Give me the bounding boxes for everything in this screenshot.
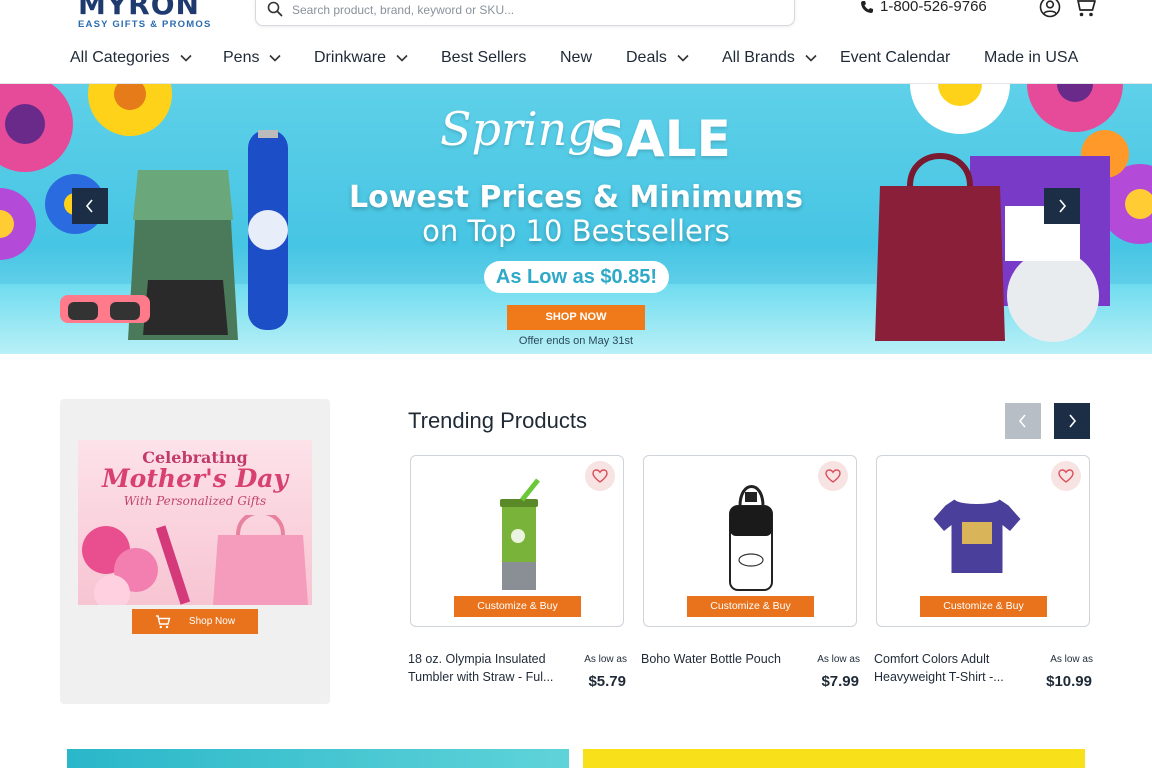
promo-shop-now-button[interactable]: Shop Now bbox=[132, 609, 258, 634]
chevron-left-icon bbox=[85, 199, 93, 213]
nav-new[interactable]: New bbox=[560, 49, 592, 67]
hero-spring-script: Spring bbox=[440, 102, 597, 156]
chevron-down-icon bbox=[180, 54, 192, 62]
customize-buy-button[interactable]: Customize & Buy bbox=[687, 596, 814, 617]
nav-label: New bbox=[560, 49, 593, 66]
chevron-down-icon bbox=[805, 54, 817, 62]
trending-prev-button[interactable] bbox=[1005, 403, 1041, 439]
search-input[interactable] bbox=[292, 0, 772, 21]
chevron-down-icon bbox=[677, 54, 689, 62]
logo-brand: MYRON bbox=[78, 0, 200, 21]
promo-line-3: With Personalized Gifts bbox=[123, 494, 267, 508]
heart-icon bbox=[592, 469, 608, 483]
nav-label: Deals bbox=[626, 49, 667, 66]
top-bar: MYRON EASY GIFTS & PROMOS 1-800-526-9766 bbox=[0, 0, 1152, 36]
wishlist-button[interactable] bbox=[1051, 461, 1081, 491]
nav-all-brands[interactable]: All Brands bbox=[722, 49, 817, 67]
chevron-right-icon bbox=[1069, 414, 1077, 428]
nav-label: All Brands bbox=[722, 49, 795, 66]
nav-label: All Categories bbox=[70, 49, 170, 66]
as-low-as-label: As low as bbox=[1050, 654, 1093, 665]
product-name-line: Boho Water Bottle Pouch bbox=[641, 652, 781, 666]
water-bottle-pouch-image bbox=[729, 485, 773, 591]
nav-event-calendar[interactable]: Event Calendar bbox=[840, 49, 950, 67]
hero-next-button[interactable] bbox=[1044, 188, 1080, 224]
phone-icon bbox=[861, 0, 873, 13]
product-card[interactable]: Customize & Buy bbox=[410, 455, 624, 627]
product-name[interactable]: Boho Water Bottle Pouch bbox=[641, 650, 801, 668]
nav-made-in-usa[interactable]: Made in USA bbox=[984, 49, 1078, 67]
customize-buy-button[interactable]: Customize & Buy bbox=[454, 596, 581, 617]
product-price: $7.99 bbox=[821, 673, 859, 690]
hero-prev-button[interactable] bbox=[72, 188, 108, 224]
tumbler-image bbox=[500, 478, 540, 590]
bottom-promo-banner-left[interactable] bbox=[67, 749, 569, 768]
chevron-down-icon bbox=[396, 54, 408, 62]
bottom-promo-banner-right[interactable] bbox=[583, 749, 1085, 768]
product-name-line: Tumbler with Straw - Ful... bbox=[408, 670, 554, 684]
product-name-line: 18 oz. Olympia Insulated bbox=[408, 652, 546, 666]
chevron-down-icon bbox=[269, 54, 282, 62]
hero-headline-2: on Top 10 Bestsellers bbox=[422, 214, 730, 248]
hero-sale-title: SALE bbox=[590, 110, 731, 168]
product-name[interactable]: Comfort Colors Adult Heavyweight T-Shirt… bbox=[874, 650, 1034, 686]
account-icon[interactable] bbox=[1039, 0, 1061, 18]
as-low-as-label: As low as bbox=[584, 654, 627, 665]
as-low-as-label: As low as bbox=[817, 654, 860, 665]
mothers-day-banner-image[interactable]: Celebrating Mother's Day With Personaliz… bbox=[78, 440, 312, 605]
product-name-line: Comfort Colors Adult bbox=[874, 652, 990, 666]
product-name[interactable]: 18 oz. Olympia Insulated Tumbler with St… bbox=[408, 650, 568, 686]
nav-all-categories[interactable]: All Categories bbox=[70, 49, 192, 67]
nav-label: Drinkware bbox=[314, 49, 387, 66]
product-price: $5.79 bbox=[588, 673, 626, 690]
tshirt-image bbox=[933, 499, 1021, 573]
hero-offer-text: Offer ends on May 31st bbox=[518, 335, 634, 347]
promo-line-2: Mother's Day bbox=[102, 464, 288, 493]
search-icon bbox=[267, 1, 283, 17]
phone-number: 1-800-526-9766 bbox=[880, 0, 987, 15]
trending-products-title: Trending Products bbox=[408, 408, 587, 433]
nav-pens[interactable]: Pens bbox=[223, 49, 282, 67]
hero-price-pill: As Low as $0.85! bbox=[484, 261, 669, 293]
cart-icon bbox=[155, 614, 171, 628]
search-box[interactable] bbox=[255, 0, 795, 26]
logo-tagline: EASY GIFTS & PROMOS bbox=[78, 19, 212, 30]
hero-shop-now-button[interactable]: SHOP NOW bbox=[507, 305, 645, 330]
product-cluster-right bbox=[875, 153, 1110, 342]
nav-label: Event Calendar bbox=[840, 49, 951, 66]
trending-next-button[interactable] bbox=[1054, 403, 1090, 439]
hero-headline-1: Lowest Prices & Minimums bbox=[348, 180, 804, 215]
heart-icon bbox=[825, 469, 841, 483]
nav-label: Pens bbox=[223, 49, 260, 66]
phone-link[interactable]: 1-800-526-9766 bbox=[860, 0, 987, 15]
product-card[interactable]: Customize & Buy bbox=[876, 455, 1090, 627]
chevron-left-icon bbox=[1018, 414, 1026, 428]
product-name-line: Heavyweight T-Shirt -... bbox=[874, 670, 1004, 684]
product-price: $10.99 bbox=[1046, 673, 1092, 690]
nav-best-sellers[interactable]: Best Sellers bbox=[441, 49, 526, 67]
nav-label: Best Sellers bbox=[441, 49, 527, 66]
wishlist-button[interactable] bbox=[818, 461, 848, 491]
mothers-day-promo-card: Celebrating Mother's Day With Personaliz… bbox=[60, 399, 330, 704]
heart-icon bbox=[1058, 469, 1074, 483]
hero-banner[interactable]: Spring SALE Lowest Prices & Minimums on … bbox=[0, 84, 1152, 354]
cart-icon[interactable] bbox=[1073, 0, 1097, 18]
main-nav: All Categories Pens Drinkware Best Selle… bbox=[0, 40, 1152, 84]
customize-buy-button[interactable]: Customize & Buy bbox=[920, 596, 1047, 617]
product-card[interactable]: Customize & Buy bbox=[643, 455, 857, 627]
nav-drinkware[interactable]: Drinkware bbox=[314, 49, 408, 67]
nav-label: Made in USA bbox=[984, 49, 1079, 66]
nav-deals[interactable]: Deals bbox=[626, 49, 689, 67]
wishlist-button[interactable] bbox=[585, 461, 615, 491]
chevron-right-icon bbox=[1059, 199, 1067, 213]
promo-button-label: Shop Now bbox=[188, 616, 236, 627]
promo-products-illustration bbox=[82, 515, 308, 605]
logo[interactable]: MYRON EASY GIFTS & PROMOS bbox=[78, 0, 211, 30]
